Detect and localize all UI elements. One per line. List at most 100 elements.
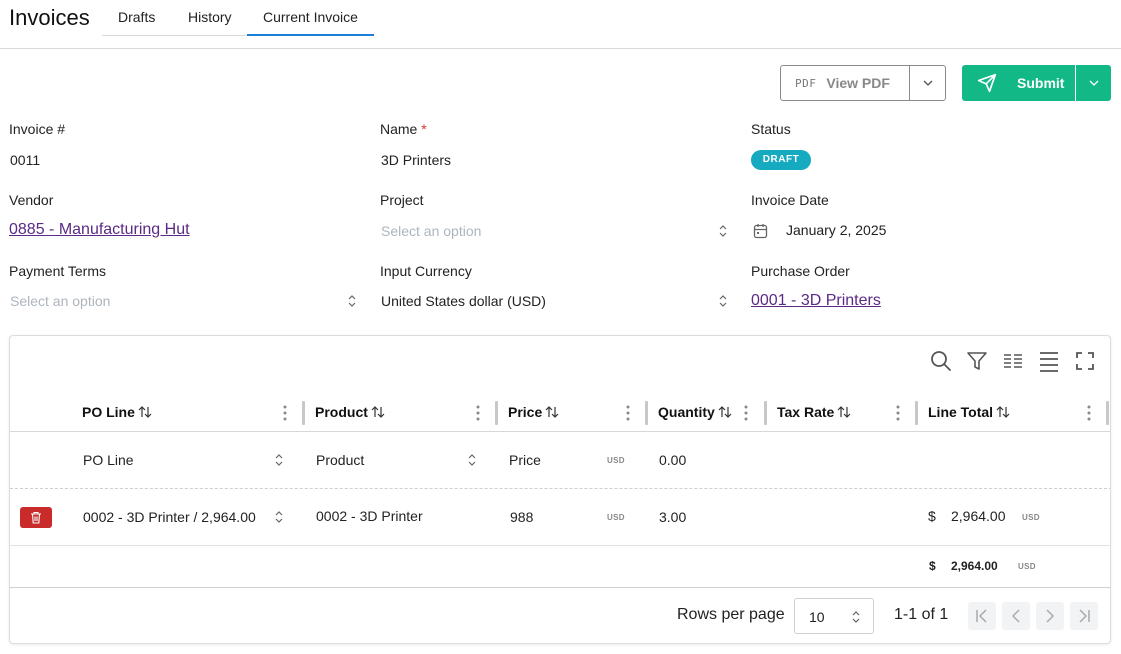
sort-icon (371, 406, 385, 418)
row-po-line-select[interactable]: 0002 - 3D Printer / 2,964.00 (83, 509, 256, 525)
table-footer: Rows per page 10 1-1 of 1 (10, 587, 1110, 643)
trash-icon (31, 511, 41, 524)
chevron-left-icon (1011, 609, 1020, 623)
column-header-label: Product (315, 404, 368, 420)
rows-per-page-value: 10 (809, 609, 825, 625)
submit-button[interactable]: Submit (962, 65, 1075, 101)
select-chevron-icon (719, 295, 727, 307)
select-chevron-icon (275, 511, 283, 523)
column-menu-icon[interactable] (1087, 405, 1091, 421)
search-icon[interactable] (930, 350, 952, 372)
column-header-line-total[interactable]: Line Total (928, 404, 1010, 420)
sort-icon (545, 406, 559, 418)
column-menu-icon[interactable] (626, 405, 630, 421)
price-placeholder: Price (509, 452, 541, 468)
column-header-label: Line Total (928, 404, 994, 420)
currency-label: USD (607, 513, 625, 522)
invoice-number-label: Invoice # (9, 121, 66, 137)
tab-drafts[interactable]: Drafts (102, 0, 172, 36)
page-title: Invoices (9, 5, 90, 30)
rows-per-page-select[interactable]: 10 (794, 598, 874, 634)
column-resize-handle[interactable] (645, 401, 648, 425)
project-select[interactable]: Select an option (381, 223, 731, 241)
column-header-product[interactable]: Product (315, 404, 385, 420)
column-menu-icon[interactable] (896, 405, 900, 421)
select-chevron-icon (468, 454, 476, 466)
sort-icon (718, 406, 732, 418)
column-resize-handle[interactable] (495, 401, 498, 425)
total-line-total: 2,964.00 (951, 559, 998, 573)
invoice-date-label: Invoice Date (751, 192, 829, 208)
submit-menu-button[interactable] (1075, 65, 1111, 101)
send-icon (977, 73, 997, 93)
sort-icon (138, 406, 152, 418)
vendor-label: Vendor (9, 192, 54, 208)
new-row-po-line-select[interactable]: PO Line (83, 452, 293, 468)
invoice-date-input[interactable]: January 2, 2025 (786, 222, 886, 238)
columns-icon[interactable] (1002, 350, 1024, 372)
column-menu-icon[interactable] (476, 405, 480, 421)
column-header-po-line[interactable]: PO Line (82, 404, 152, 420)
view-pdf-menu-button[interactable] (909, 66, 945, 100)
name-field[interactable]: 3D Printers (381, 152, 451, 168)
project-label: Project (380, 192, 424, 208)
pdf-icon: PDF (795, 76, 817, 90)
column-menu-icon[interactable] (744, 405, 748, 421)
chevron-down-icon (1089, 80, 1098, 86)
tab-bar: Drafts History Current Invoice (102, 0, 374, 36)
sort-icon (996, 406, 1010, 418)
tab-current-invoice[interactable]: Current Invoice (247, 0, 374, 36)
column-resize-handle[interactable] (764, 401, 767, 425)
view-pdf-label: View PDF (826, 75, 890, 91)
top-bar: Invoices Drafts History Current Invoice (0, 0, 1121, 49)
total-symbol: $ (929, 559, 936, 573)
density-icon[interactable] (1038, 350, 1060, 372)
currency-label: USD (1018, 562, 1036, 571)
column-header-label: Price (508, 404, 543, 420)
select-chevron-icon (275, 454, 283, 466)
new-row-price-input[interactable]: Price (509, 452, 599, 468)
select-chevron-icon (348, 295, 356, 307)
payment-terms-label: Payment Terms (9, 263, 106, 279)
submit-button-group: Submit (962, 65, 1111, 101)
purchase-order-link[interactable]: 0001 - 3D Printers (751, 292, 881, 310)
view-pdf-button[interactable]: PDF View PDF (781, 66, 909, 100)
filter-icon[interactable] (966, 350, 988, 372)
payment-terms-placeholder: Select an option (10, 293, 111, 309)
delete-row-button[interactable] (20, 507, 52, 528)
sort-icon (837, 406, 851, 418)
project-placeholder: Select an option (381, 223, 482, 239)
new-row-product-select[interactable]: Product (316, 452, 486, 468)
input-currency-select[interactable]: United States dollar (USD) (381, 293, 731, 311)
calendar-icon (753, 224, 768, 239)
first-page-icon (976, 609, 987, 623)
column-menu-icon[interactable] (283, 405, 287, 421)
line-items-table: PO Line Product Price Quantity Tax Rate … (9, 335, 1111, 644)
new-row-quantity-input[interactable]: 0.00 (659, 452, 686, 468)
payment-terms-select[interactable]: Select an option (10, 293, 360, 311)
input-currency-value: United States dollar (USD) (381, 293, 546, 309)
column-resize-handle[interactable] (1106, 401, 1109, 425)
column-resize-handle[interactable] (302, 401, 305, 425)
status-badge: DRAFT (751, 150, 811, 170)
fullscreen-icon[interactable] (1074, 350, 1096, 372)
first-page-button[interactable] (968, 602, 996, 630)
vendor-link[interactable]: 0885 - Manufacturing Hut (9, 221, 190, 239)
row-divider (10, 545, 1110, 546)
product-placeholder: Product (316, 452, 365, 468)
column-header-quantity[interactable]: Quantity (658, 404, 732, 420)
next-page-button[interactable] (1036, 602, 1064, 630)
column-resize-handle[interactable] (915, 401, 918, 425)
column-header-price[interactable]: Price (508, 404, 559, 420)
last-page-icon (1079, 609, 1090, 623)
row-price-input[interactable]: 988 (510, 509, 533, 525)
previous-page-button[interactable] (1002, 602, 1030, 630)
required-mark: * (421, 121, 427, 137)
select-chevron-icon (719, 225, 727, 237)
row-quantity-input[interactable]: 3.00 (659, 509, 686, 525)
last-page-button[interactable] (1070, 602, 1098, 630)
tab-history[interactable]: History (172, 0, 247, 36)
chevron-right-icon (1046, 609, 1055, 623)
column-header-tax-rate[interactable]: Tax Rate (777, 404, 851, 420)
purchase-order-label: Purchase Order (751, 263, 850, 279)
